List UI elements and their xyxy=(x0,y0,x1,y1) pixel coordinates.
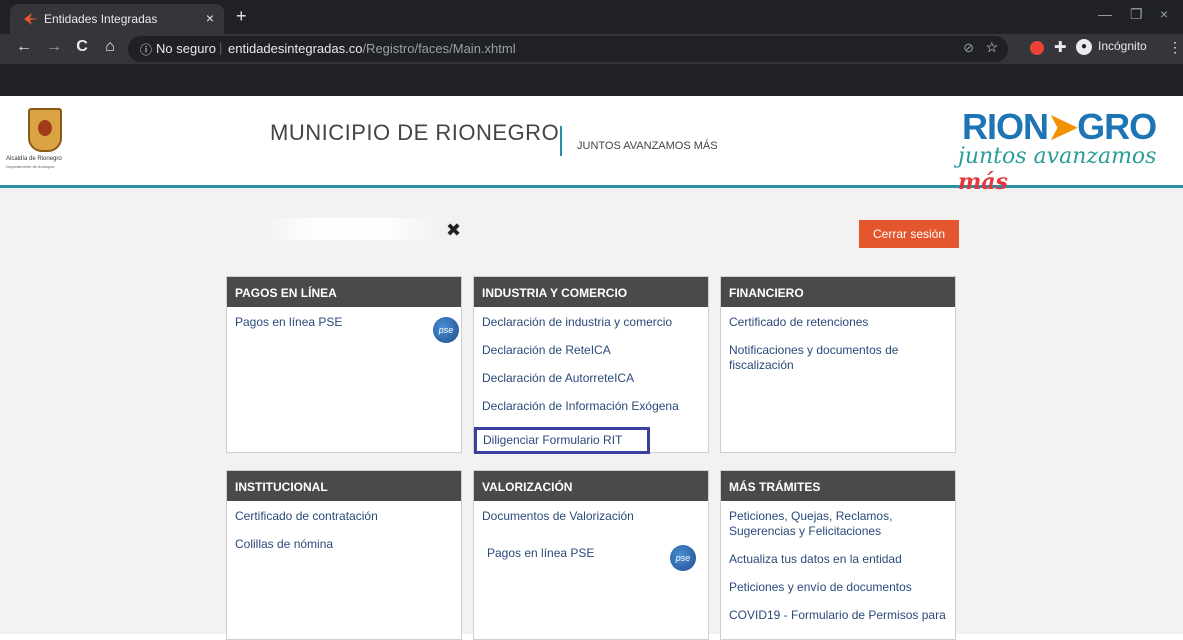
browser-toolbar: ← → C ⌂ ⓘ No seguro | entidadesintegrada… xyxy=(0,34,1183,64)
tab-title: Entidades Integradas xyxy=(44,12,158,26)
extensions-puzzle-icon[interactable]: ✚ xyxy=(1054,38,1067,56)
page: Alcaldía de Rionegro Departamento de Ant… xyxy=(0,96,1183,640)
card-valorizacion: VALORIZACIÓN Documentos de Valorización … xyxy=(473,470,709,640)
bookmark-star-icon[interactable]: ☆ xyxy=(985,39,998,56)
brand-arrow-icon: ➤ xyxy=(1048,106,1078,147)
site-favicon-icon xyxy=(24,13,38,25)
maximize-button[interactable]: ❐ xyxy=(1130,6,1143,23)
link-peticiones-envio[interactable]: Peticiones y envío de documentos xyxy=(729,580,947,595)
pse-icon[interactable]: pse xyxy=(670,545,696,571)
alcaldia-line1: Alcaldía de Rionegro xyxy=(6,156,62,162)
link-declaracion-industria[interactable]: Declaración de industria y comercio xyxy=(482,315,700,330)
page-title: MUNICIPIO DE RIONEGRO xyxy=(270,120,560,145)
title-divider xyxy=(560,126,562,156)
info-icon[interactable]: ⓘ xyxy=(140,41,152,58)
link-declaracion-reteica[interactable]: Declaración de ReteICA xyxy=(482,343,700,358)
link-valorizacion-pagos-pse[interactable]: Pagos en línea PSE xyxy=(487,546,700,561)
incognito-label: Incógnito xyxy=(1098,39,1147,54)
link-colillas-nomina[interactable]: Colillas de nómina xyxy=(235,537,453,552)
link-certificado-contratacion[interactable]: Certificado de contratación xyxy=(235,509,453,524)
card-financiero: FINANCIERO Certificado de retenciones No… xyxy=(720,276,956,453)
tab-close-icon[interactable]: × xyxy=(206,10,214,26)
brand-left: RION xyxy=(962,106,1049,147)
link-notificaciones-fiscalizacion[interactable]: Notificaciones y documentos de fiscaliza… xyxy=(729,343,947,373)
extension-icon[interactable] xyxy=(1030,41,1044,55)
card-body: Declaración de industria y comercio Decl… xyxy=(474,307,708,454)
card-body: Peticiones, Quejas, Reclamos, Sugerencia… xyxy=(721,501,955,623)
back-button[interactable]: ← xyxy=(14,38,34,56)
url-text[interactable]: entidadesintegradas.co/Registro/faces/Ma… xyxy=(228,41,516,56)
browser-menu-icon[interactable]: ⋮ xyxy=(1168,39,1182,56)
incognito-indicator[interactable]: ● Incógnito xyxy=(1076,39,1147,55)
new-tab-button[interactable]: + xyxy=(236,6,247,27)
url-path: /Registro/faces/Main.xhtml xyxy=(362,41,516,56)
incognito-icon: ● xyxy=(1076,39,1092,55)
browser-tab[interactable]: Entidades Integradas × xyxy=(10,4,224,34)
link-pagos-pse[interactable]: Pagos en línea PSE xyxy=(235,315,453,330)
tab-strip: Entidades Integradas × + — ❐ × xyxy=(0,0,1183,34)
alcaldia-line2: Departamento de Antioquia xyxy=(6,164,55,169)
home-button[interactable]: ⌂ xyxy=(100,38,120,56)
card-body: Pagos en línea PSE xyxy=(227,307,461,330)
link-covid19-formulario[interactable]: COVID19 - Formulario de Permisos para xyxy=(729,608,947,623)
card-pagos-en-linea: PAGOS EN LÍNEA Pagos en línea PSE pse xyxy=(226,276,462,453)
rionegro-brand-logo: RION➤GRO xyxy=(962,106,1157,148)
coat-of-arms-logo xyxy=(28,108,62,152)
card-header: PAGOS EN LÍNEA xyxy=(227,277,461,307)
link-actualiza-datos[interactable]: Actualiza tus datos en la entidad xyxy=(729,552,947,567)
card-body: Certificado de retenciones Notificacione… xyxy=(721,307,955,373)
link-documentos-valorizacion[interactable]: Documentos de Valorización xyxy=(482,509,700,524)
link-certificado-retenciones[interactable]: Certificado de retenciones xyxy=(729,315,947,330)
address-bar[interactable]: ⓘ No seguro | entidadesintegradas.co/Reg… xyxy=(128,36,1008,62)
address-separator: | xyxy=(219,40,223,55)
card-header: FINANCIERO xyxy=(721,277,955,307)
brand-tag-text: juntos avanzamos xyxy=(958,144,1157,169)
link-pqrsf[interactable]: Peticiones, Quejas, Reclamos, Sugerencia… xyxy=(729,509,947,539)
brand-right: GRO xyxy=(1077,106,1157,147)
slogan: JUNTOS AVANZAMOS MÁS xyxy=(577,140,718,152)
logout-button[interactable]: Cerrar sesión xyxy=(859,220,959,248)
security-label[interactable]: No seguro xyxy=(156,41,216,56)
reload-button[interactable]: C xyxy=(72,38,92,56)
eye-slash-icon[interactable]: ⊘ xyxy=(963,40,974,56)
close-window-button[interactable]: × xyxy=(1160,6,1168,22)
card-mas-tramites: MÁS TRÁMITES Peticiones, Quejas, Reclamo… xyxy=(720,470,956,640)
tools-icon[interactable]: ✖ xyxy=(446,220,461,241)
browser-chrome: Entidades Integradas × + — ❐ × ← → C ⌂ ⓘ… xyxy=(0,0,1183,96)
card-institucional: INSTITUCIONAL Certificado de contratació… xyxy=(226,470,462,640)
link-declaracion-autorreteica[interactable]: Declaración de AutorreteICA xyxy=(482,371,700,386)
card-header: MÁS TRÁMITES xyxy=(721,471,955,501)
card-header: VALORIZACIÓN xyxy=(474,471,708,501)
card-header: INSTITUCIONAL xyxy=(227,471,461,501)
pse-icon[interactable]: pse xyxy=(433,317,459,343)
url-host: entidadesintegradas.co xyxy=(228,41,363,56)
alcaldia-caption: Alcaldía de Rionegro Departamento de Ant… xyxy=(6,156,62,170)
link-declaracion-exogena[interactable]: Declaración de Información Exógena xyxy=(482,399,700,414)
card-header: INDUSTRIA Y COMERCIO xyxy=(474,277,708,307)
minimize-button[interactable]: — xyxy=(1098,6,1112,22)
brand-tag-mas: más xyxy=(958,169,1008,195)
brand-tagline: juntos avanzamos más xyxy=(958,144,1183,195)
forward-button[interactable]: → xyxy=(44,38,64,56)
link-formulario-rit[interactable]: Diligenciar Formulario RIT xyxy=(474,427,650,454)
site-header: Alcaldía de Rionegro Departamento de Ant… xyxy=(0,96,1183,195)
user-name-redacted xyxy=(260,218,440,240)
card-industria-y-comercio: INDUSTRIA Y COMERCIO Declaración de indu… xyxy=(473,276,709,454)
card-body: Certificado de contratación Colillas de … xyxy=(227,501,461,552)
